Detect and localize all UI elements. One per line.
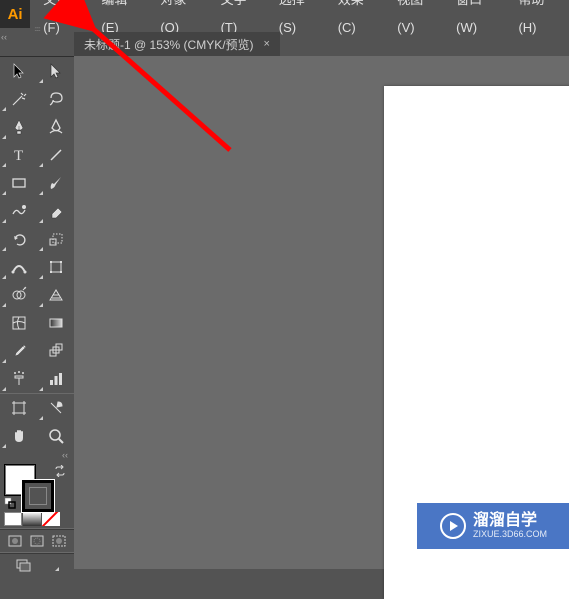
watermark-subtitle: ZIXUE.3D66.COM xyxy=(473,530,547,540)
menu-window[interactable]: 窗口(W) xyxy=(447,0,509,42)
menu-effect[interactable]: 效果(C) xyxy=(329,0,389,42)
lasso-tool[interactable] xyxy=(37,85,74,113)
canvas-area[interactable] xyxy=(74,56,569,569)
free-transform-tool[interactable] xyxy=(37,253,74,281)
symbol-sprayer-tool[interactable] xyxy=(0,365,37,393)
screen-mode-row xyxy=(0,553,74,576)
watermark: 溜溜自学 ZIXUE.3D66.COM xyxy=(417,503,569,549)
menubar: Ai 文件(F) 编辑(E) 对象(O) 文字(T) 选择(S) 效果(C) 视… xyxy=(0,0,569,28)
fill-mode-row xyxy=(0,510,74,528)
color-wells xyxy=(0,464,74,510)
pen-tool[interactable] xyxy=(0,113,37,141)
slice-tool[interactable] xyxy=(37,394,74,422)
zoom-tool[interactable] xyxy=(37,422,74,450)
fill-mode-color[interactable] xyxy=(4,512,22,526)
eraser-tool[interactable] xyxy=(37,197,74,225)
draw-normal-icon[interactable] xyxy=(7,534,23,548)
draw-mode-row xyxy=(0,529,74,552)
artboard-tool[interactable] xyxy=(0,394,37,422)
tab-close-icon[interactable]: × xyxy=(264,38,270,50)
fill-mode-gradient[interactable] xyxy=(23,512,41,526)
blend-tool[interactable] xyxy=(37,337,74,365)
menu-help[interactable]: 帮助(H) xyxy=(509,0,569,42)
swap-colors-icon[interactable] xyxy=(54,465,66,477)
rectangle-tool[interactable] xyxy=(0,169,37,197)
default-colors-icon[interactable] xyxy=(4,497,16,509)
curvature-tool[interactable] xyxy=(37,113,74,141)
screen-mode-icon[interactable] xyxy=(15,558,33,572)
app-logo[interactable]: Ai xyxy=(0,0,30,28)
hand-tool[interactable] xyxy=(0,422,37,450)
watermark-title: 溜溜自学 xyxy=(473,512,547,530)
type-tool[interactable]: T xyxy=(0,141,37,169)
menu-view[interactable]: 视图(V) xyxy=(388,0,447,42)
watermark-logo-icon xyxy=(439,512,467,540)
toolbar-grip[interactable]: :::::::: xyxy=(0,28,74,34)
document-tab[interactable]: 未标题-1 @ 153% (CMYK/预览) × xyxy=(74,32,280,57)
tools-panel: T xyxy=(0,56,74,569)
document-tab-title: 未标题-1 @ 153% (CMYK/预览) xyxy=(84,36,254,53)
scale-tool[interactable] xyxy=(37,225,74,253)
fill-mode-none[interactable] xyxy=(42,512,60,526)
document-tab-bar: 未标题-1 @ 153% (CMYK/预览) × xyxy=(74,32,280,56)
gradient-tool[interactable] xyxy=(37,309,74,337)
svg-text:T: T xyxy=(14,148,23,164)
selection-tool[interactable] xyxy=(0,57,37,85)
shaper-tool[interactable] xyxy=(0,197,37,225)
stroke-color-swatch[interactable] xyxy=(22,480,54,512)
direct-selection-tool[interactable] xyxy=(37,57,74,85)
eyedropper-tool[interactable] xyxy=(0,337,37,365)
perspective-grid-tool[interactable] xyxy=(37,281,74,309)
shape-builder-tool[interactable] xyxy=(0,281,37,309)
width-tool[interactable] xyxy=(0,253,37,281)
paintbrush-tool[interactable] xyxy=(37,169,74,197)
panel-collapse-indicator[interactable]: ‹‹ xyxy=(0,32,8,50)
column-graph-tool[interactable] xyxy=(37,365,74,393)
mesh-tool[interactable] xyxy=(0,309,37,337)
app-logo-text: Ai xyxy=(8,6,23,23)
tools-collapse-icon[interactable]: ‹‹ xyxy=(0,450,74,462)
magic-wand-tool[interactable] xyxy=(0,85,37,113)
draw-behind-icon[interactable] xyxy=(29,534,45,548)
rotate-tool[interactable] xyxy=(0,225,37,253)
line-segment-tool[interactable] xyxy=(37,141,74,169)
draw-inside-icon[interactable] xyxy=(51,534,67,548)
